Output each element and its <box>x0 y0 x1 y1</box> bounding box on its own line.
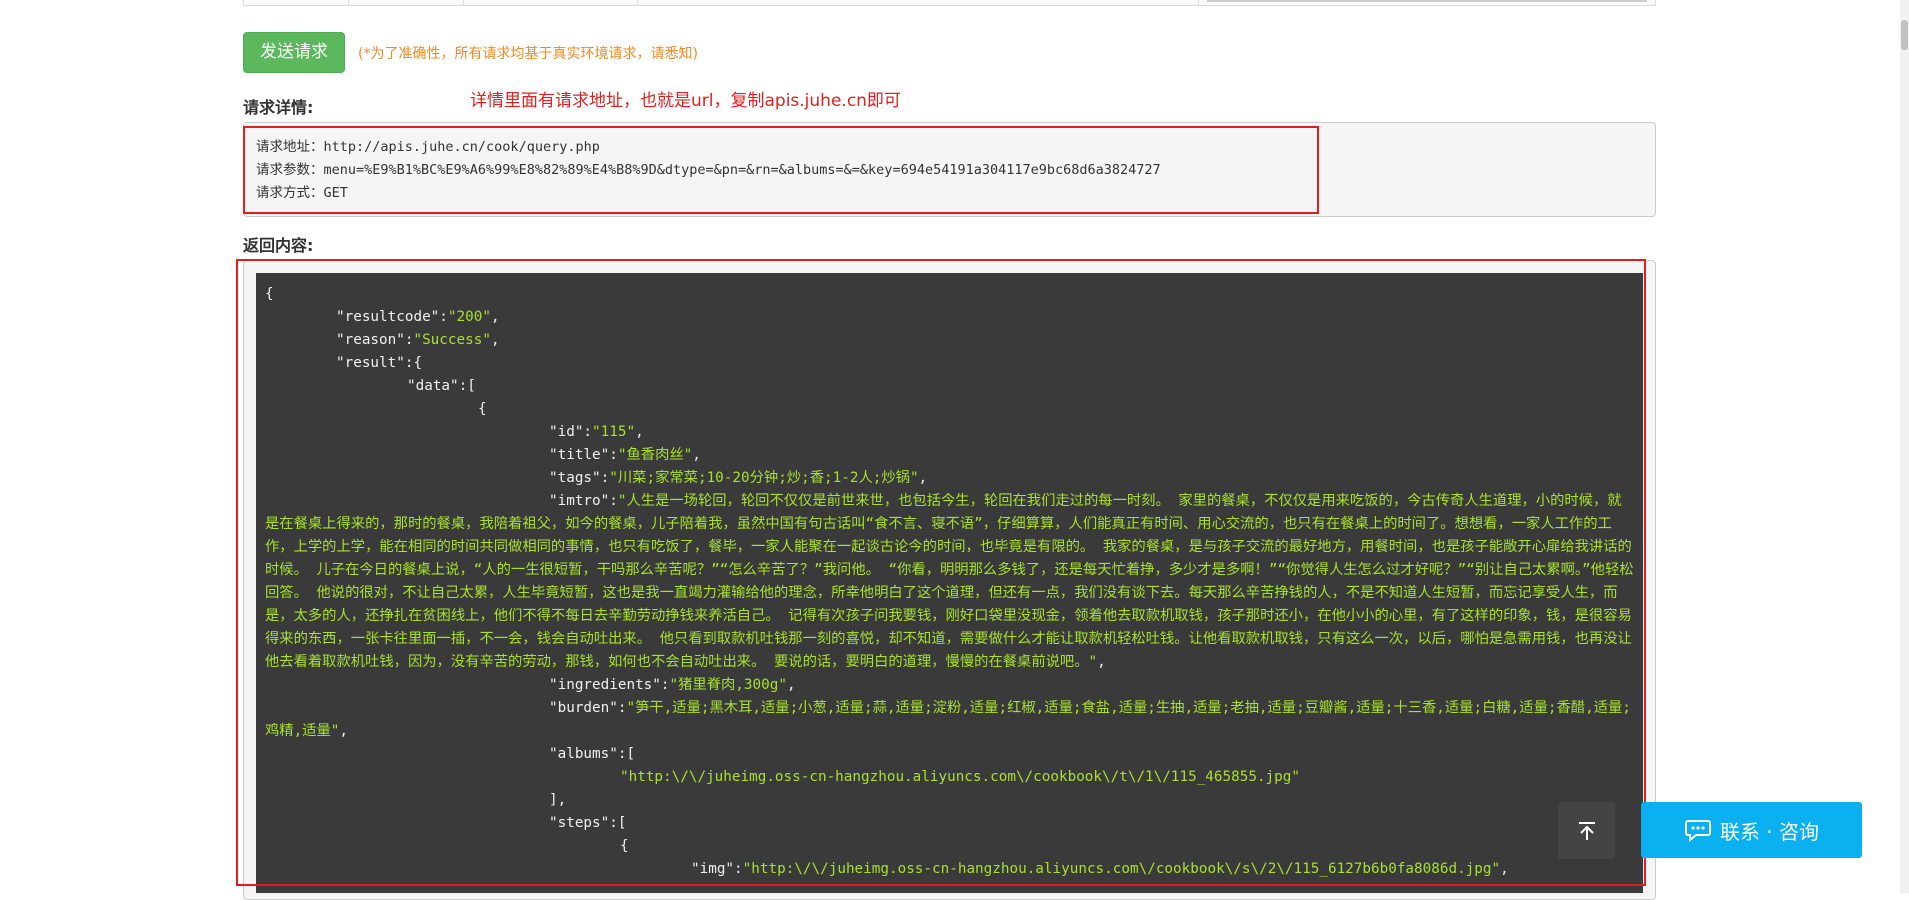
code-line: "albums":[ <box>265 743 1635 766</box>
code-line: "reason":"Success", <box>265 329 1635 352</box>
json-key: "result" <box>336 355 405 371</box>
code-line: "steps":[ <box>265 812 1635 835</box>
code-punctuation: { <box>620 838 629 854</box>
chat-bubble-icon <box>1684 818 1712 842</box>
json-key: "resultcode": <box>336 309 448 325</box>
code-line: "http:\/\/juheimg.oss-cn-hangzhou.aliyun… <box>265 766 1635 789</box>
code-line: "title":"鱼香肉丝", <box>265 444 1635 467</box>
code-punctuation: , <box>339 723 349 739</box>
code-punctuation: , <box>490 332 500 348</box>
json-value: "http:\/\/juheimg.oss-cn-hangzhou.aliyun… <box>742 861 1501 877</box>
scrollbar-thumb[interactable] <box>1901 20 1908 50</box>
code-punctuation: , <box>635 424 644 440</box>
form-cell-divider <box>348 0 349 6</box>
json-key: "burden": <box>549 700 627 716</box>
request-address: 请求地址：http://apis.juhe.cn/cook/query.php <box>256 139 600 155</box>
json-key: "img": <box>691 861 743 877</box>
json-key: "albums" <box>549 746 618 762</box>
back-to-top-button[interactable] <box>1558 802 1615 859</box>
code-punctuation: ], <box>549 792 567 808</box>
json-key: "data" <box>407 378 459 394</box>
json-key: "ingredients": <box>549 677 670 693</box>
json-value: "Success" <box>413 332 491 348</box>
code-line: "burden":"笋干,适量;黑木耳,适量;小葱,适量;蒜,适量;淀粉,适量;… <box>265 697 1635 743</box>
code-line: "id":"115", <box>265 421 1635 444</box>
code-punctuation: :[ <box>617 746 636 762</box>
code-punctuation: , <box>692 447 701 463</box>
json-value: "猪里脊肉,300g" <box>669 677 787 693</box>
code-punctuation: , <box>918 470 928 486</box>
json-value: "http:\/\/juheimg.oss-cn-hangzhou.aliyun… <box>620 769 1300 785</box>
json-value: "鱼香肉丝" <box>617 447 693 463</box>
contact-label: 联系 · 咨询 <box>1719 819 1820 844</box>
json-key: "reason": <box>336 332 414 348</box>
form-cell-divider <box>463 0 464 6</box>
code-punctuation: { <box>265 286 274 302</box>
code-punctuation: , <box>490 309 500 325</box>
form-cell-divider <box>637 0 638 6</box>
code-punctuation: { <box>478 401 487 417</box>
code-line: "img":"http:\/\/juheimg.oss-cn-hangzhou.… <box>265 858 1635 881</box>
code-line: "resultcode":"200", <box>265 306 1635 329</box>
form-cell-divider <box>1198 0 1199 6</box>
annotation-text: 详情里面有请求地址，也就是url，复制apis.juhe.cn即可 <box>470 91 901 111</box>
code-line: ], <box>265 789 1635 812</box>
code-line: "ingredients":"猪里脊肉,300g", <box>265 674 1635 697</box>
code-punctuation: , <box>1500 861 1509 877</box>
json-key: "tags": <box>549 470 610 486</box>
code-line: "result":{ <box>265 352 1635 375</box>
request-detail-label: 请求详情: <box>243 98 314 117</box>
response-code-block[interactable]: {"resultcode":"200", "reason":"Success", "… <box>256 273 1643 893</box>
request-params: 请求参数：menu=%E9%B1%BC%E9%A6%99%E8%82%89%E4… <box>256 162 1161 178</box>
code-line: { <box>265 835 1635 858</box>
json-value: "200" <box>447 309 491 325</box>
code-line: "imtro":"人生是一场轮回，轮回不仅仅是前世来世，也包括今生，轮回在我们走… <box>265 490 1635 674</box>
arrow-up-icon <box>1578 821 1595 840</box>
code-punctuation: , <box>786 677 796 693</box>
contact-consult-button[interactable]: 联系 · 咨询 <box>1641 802 1862 858</box>
json-value: "人生是一场轮回，轮回不仅仅是前世来世，也包括今生，轮回在我们走过的每一时刻。 … <box>265 493 1634 670</box>
json-value: "笋干,适量;黑木耳,适量;小葱,适量;蒜,适量;淀粉,适量;红椒,适量;食盐,… <box>265 700 1631 739</box>
send-request-button[interactable]: 发送请求 <box>243 32 345 73</box>
previous-form-row <box>243 0 1656 6</box>
form-field-edge <box>1207 0 1647 2</box>
code-punctuation: :{ <box>404 355 423 371</box>
code-punctuation: :[ <box>609 815 627 831</box>
json-value: "115" <box>592 424 636 440</box>
page-scrollbar[interactable] <box>1900 0 1909 893</box>
send-note: (*为了准确性，所有请求均基于真实环境请求，请悉知) <box>358 46 698 62</box>
json-key: "id": <box>549 424 593 440</box>
code-line: { <box>265 283 1635 306</box>
request-detail-text[interactable]: 请求地址：http://apis.juhe.cn/cook/query.php … <box>256 136 1161 205</box>
code-line: { <box>265 398 1635 421</box>
json-key: "title": <box>549 447 618 463</box>
json-key: "steps" <box>549 815 610 831</box>
code-line: "data":[ <box>265 375 1635 398</box>
code-line: "tags":"川菜;家常菜;10-20分钟;炒;香;1-2人;炒锅", <box>265 467 1635 490</box>
code-punctuation: , <box>1097 654 1106 670</box>
request-method: 请求方式：GET <box>256 185 348 201</box>
response-label: 返回内容: <box>243 236 314 255</box>
json-value: "川菜;家常菜;10-20分钟;炒;香;1-2人;炒锅" <box>609 470 919 486</box>
code-punctuation: :[ <box>458 378 476 394</box>
json-key: "imtro": <box>549 493 618 509</box>
